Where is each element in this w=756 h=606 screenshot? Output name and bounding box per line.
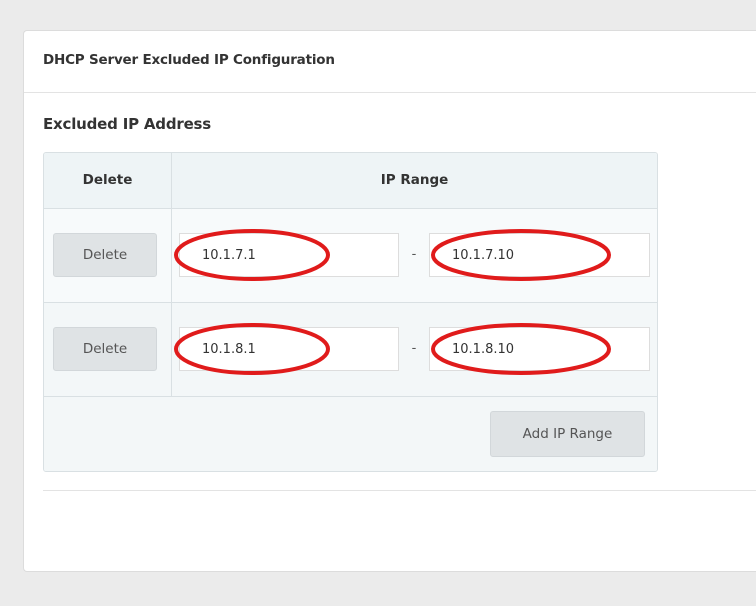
dhcp-excluded-ip-panel: DHCP Server Excluded IP Configuration Ex… [23, 30, 756, 572]
panel-title: DHCP Server Excluded IP Configuration [43, 52, 335, 68]
section-title: Excluded IP Address [43, 115, 212, 133]
end-ip-input[interactable] [429, 327, 650, 371]
add-ip-range-button[interactable]: Add IP Range [490, 411, 645, 457]
column-header-ip-range: IP Range [380, 172, 449, 188]
table-row: Delete - [44, 209, 657, 303]
excluded-ip-table: Delete IP Range Delete - Delete - [43, 152, 658, 472]
end-ip-input[interactable] [429, 233, 650, 277]
column-divider [171, 153, 172, 397]
start-ip-input[interactable] [179, 233, 399, 277]
table-footer-row: Add IP Range [44, 397, 657, 471]
delete-button[interactable]: Delete [53, 233, 157, 277]
start-ip-input[interactable] [179, 327, 399, 371]
panel-header: DHCP Server Excluded IP Configuration [24, 31, 756, 93]
table-row: Delete - [44, 303, 657, 397]
range-separator: - [411, 341, 417, 356]
divider [43, 490, 756, 491]
delete-button[interactable]: Delete [53, 327, 157, 371]
range-separator: - [411, 247, 417, 262]
table-header-row: Delete IP Range [44, 153, 657, 209]
column-header-delete: Delete [82, 172, 133, 188]
